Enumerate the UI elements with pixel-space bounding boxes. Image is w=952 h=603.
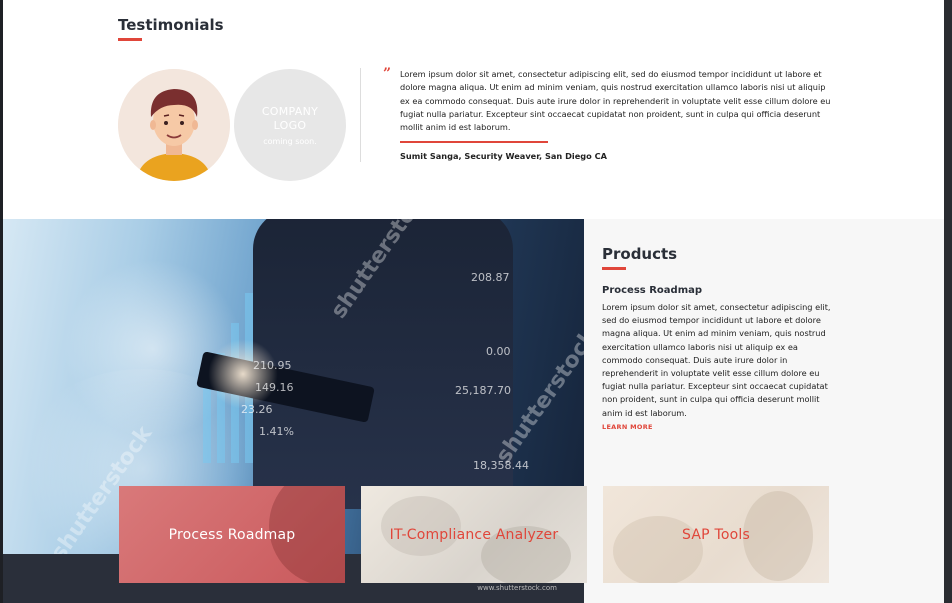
hero-number: 1.41% — [259, 425, 294, 438]
testimonials-heading: Testimonials — [118, 16, 224, 34]
company-logo-line1: COMPANY — [261, 104, 319, 118]
testimonial-avatar — [118, 69, 230, 181]
company-logo-placeholder: COMPANY LOGO coming soon. — [234, 69, 346, 181]
right-gutter — [944, 0, 952, 603]
quote-icon: ” — [383, 66, 392, 82]
product-card-sap-tools[interactable]: SAP Tools — [603, 486, 829, 583]
hero-number: 149.16 — [255, 381, 294, 394]
product-description: Lorem ipsum dolor sit amet, consectetur … — [602, 302, 831, 418]
person-avatar-icon — [118, 69, 230, 181]
products-heading: Products — [602, 245, 678, 263]
hero-number: 23.26 — [241, 403, 273, 416]
card-label: Process Roadmap — [168, 526, 296, 543]
watermark-url: www.shutterstock.com — [477, 584, 557, 592]
hero-number: 25,187.70 — [455, 384, 511, 397]
heading-underline — [118, 38, 142, 41]
hero-number: 0.00 — [486, 345, 511, 358]
product-subtitle: Process Roadmap — [602, 285, 703, 296]
product-card-it-compliance-analyzer[interactable]: IT-Compliance Analyzer — [361, 486, 587, 583]
heading-underline — [602, 267, 626, 270]
testimonial-author: Sumit Sanga, Security Weaver, San Diego … — [400, 151, 607, 161]
company-logo-line3: coming soon. — [263, 136, 317, 146]
learn-more-link[interactable]: LEARN MORE — [602, 423, 653, 431]
divider — [360, 68, 361, 162]
testimonial-accent-line — [400, 141, 548, 143]
testimonial-text: Lorem ipsum dolor sit amet, consectetur … — [400, 69, 831, 133]
hero-number: 210.95 — [253, 359, 292, 372]
product-card-process-roadmap[interactable]: Process Roadmap — [119, 486, 345, 583]
card-label: SAP Tools — [682, 526, 750, 543]
hero-number: 208.87 — [471, 271, 510, 284]
card-label: IT-Compliance Analyzer — [389, 526, 559, 543]
company-logo-line2: LOGO — [273, 118, 307, 132]
page: Testimonials COMPANY LOGO coming soon. ”… — [3, 0, 944, 603]
